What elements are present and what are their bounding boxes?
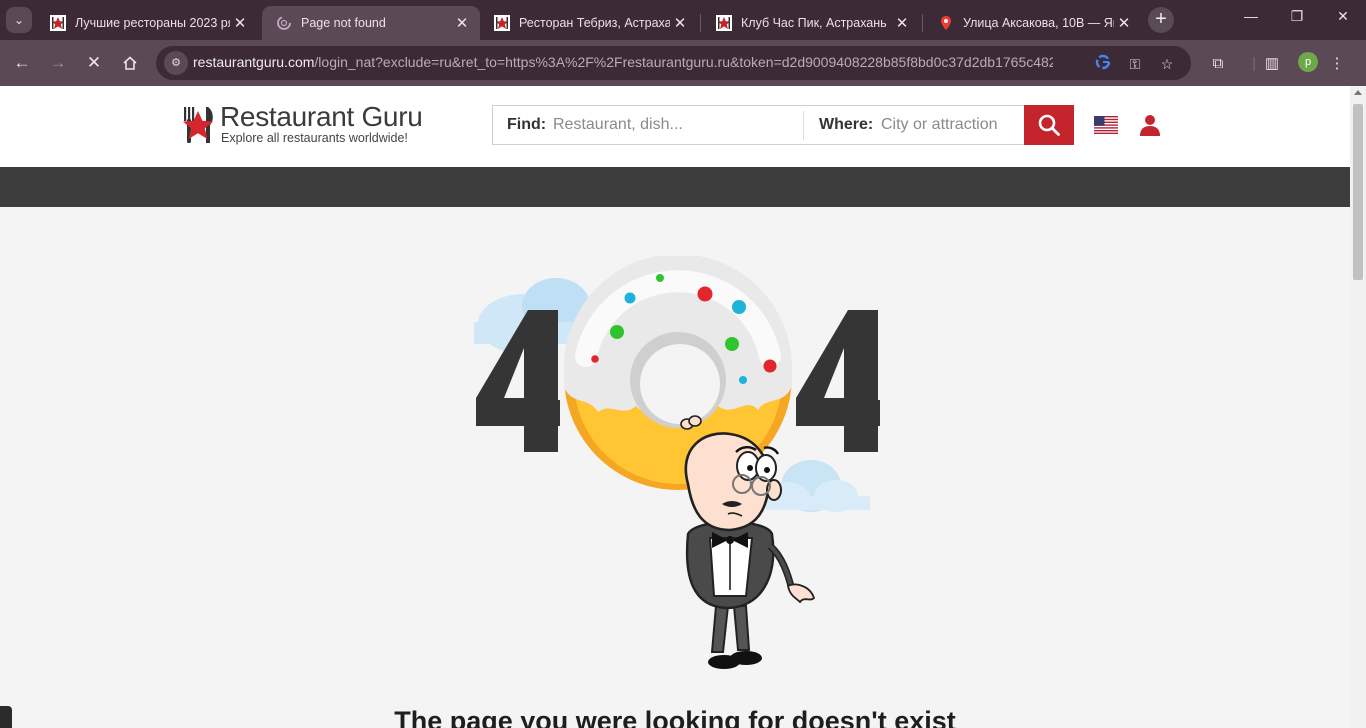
scroll-up-arrow[interactable] [1354,90,1362,95]
side-panel-icon[interactable]: ▥ [1261,53,1283,75]
bookmark-star-icon[interactable]: ☆ [1157,54,1177,74]
chat-widget-tab[interactable] [0,706,12,728]
page-scrollbar[interactable] [1350,86,1366,728]
site-info-icon[interactable]: ⚙ [164,51,188,75]
close-icon: ✕ [1337,8,1349,24]
digit-four-right [796,310,880,452]
us-flag-icon[interactable] [1094,116,1118,134]
restore-button[interactable]: ❐ [1274,8,1320,32]
minimize-button[interactable]: — [1228,8,1274,32]
profile-avatar[interactable]: p [1298,52,1318,72]
tab-2-active[interactable]: Page not found ✕ [262,6,480,40]
address-bar[interactable]: ⚙ restaurantguru.com/login_nat?exclude=r… [156,46,1191,80]
search-divider [803,111,804,140]
logo-tagline: Explore all restaurants worldwide! [221,131,408,145]
extensions-icon[interactable]: ⧉ [1207,53,1229,75]
url-text[interactable]: restaurantguru.com/login_nat?exclude=ru&… [193,54,1053,70]
restaurant-guru-favicon [494,15,510,31]
new-tab-button[interactable]: + [1148,7,1174,33]
error-message: The page you were looking for doesn't ex… [394,706,956,728]
tab-title: Лучшие рестораны 2023 рядом [75,16,230,30]
tab-title: Клуб Час Пик, Астрахань [741,16,887,30]
more-menu-icon[interactable]: ⋮ [1326,53,1348,75]
page-viewport: Restaurant Guru Explore all restaurants … [0,86,1366,728]
where-label: Where: [819,116,874,133]
arrow-left-icon: ← [13,53,31,72]
tab-title: Улица Аксакова, 10В — Яндекс [963,16,1114,30]
back-button[interactable]: ← [8,49,36,77]
find-label: Find: [507,116,547,133]
chevron-down-icon: ⌄ [13,13,25,27]
home-icon [123,56,137,70]
scroll-thumb[interactable] [1353,104,1363,280]
tab-strip: ⌄ Лучшие рестораны 2023 рядом ✕ Page not… [0,0,1366,40]
tab-search-button[interactable]: ⌄ [6,7,32,33]
close-icon: ✕ [86,53,102,72]
map-pin-icon [938,15,954,31]
restaurant-guru-favicon [716,15,732,31]
tab-separator [922,14,923,32]
tab-5[interactable]: Улица Аксакова, 10В — Яндекс ✕ [924,6,1142,40]
google-icon[interactable] [1093,54,1113,74]
key-icon[interactable]: ⚿ [1125,54,1145,74]
find-input[interactable] [553,113,793,137]
minimize-icon: — [1244,8,1258,24]
waiter-character [680,415,816,669]
url-host: restaurantguru.com [193,54,315,70]
close-window-button[interactable]: ✕ [1320,8,1366,32]
close-icon[interactable]: ✕ [1114,14,1134,32]
plus-icon: + [1155,8,1167,30]
search-button[interactable] [1024,105,1074,145]
stop-loading-button[interactable]: ✕ [80,49,108,77]
forward-button[interactable]: → [44,49,72,77]
site-header: Restaurant Guru Explore all restaurants … [0,86,1350,167]
site-logo[interactable]: Restaurant Guru Explore all restaurants … [178,101,428,149]
close-icon[interactable]: ✕ [452,14,472,32]
tab-separator [700,14,701,32]
tab-title: Page not found [301,16,386,30]
where-input[interactable] [881,113,1015,137]
url-path: /login_nat?exclude=ru&ret_to=https%3A%2F… [314,54,1053,70]
tab-3[interactable]: Ресторан Тебриз, Астрахань ✕ [480,6,698,40]
logo-name: Restaurant Guru [220,101,423,132]
restaurant-guru-logo-icon [183,107,213,143]
tab-4[interactable]: Клуб Час Пик, Астрахань ✕ [702,6,920,40]
browser-toolbar: ← → ✕ ⚙ restaurantguru.com/login_nat?exc… [0,40,1366,86]
home-button[interactable] [116,49,144,77]
error-404-illustration [474,256,880,669]
close-icon[interactable]: ✕ [892,14,912,32]
restore-icon: ❐ [1290,8,1304,24]
search-form: Find: Where: [492,105,1074,145]
tab-title: Ресторан Тебриз, Астрахань [519,16,670,30]
tab-1[interactable]: Лучшие рестораны 2023 рядом ✕ [36,6,258,40]
user-icon[interactable] [1140,114,1160,136]
close-icon[interactable]: ✕ [230,14,250,32]
loading-spinner-icon [276,15,292,31]
arrow-right-icon: → [49,53,67,72]
site-nav-bar [0,167,1350,207]
search-icon [1038,114,1060,136]
restaurant-guru-favicon [50,15,66,31]
close-icon[interactable]: ✕ [670,14,690,32]
